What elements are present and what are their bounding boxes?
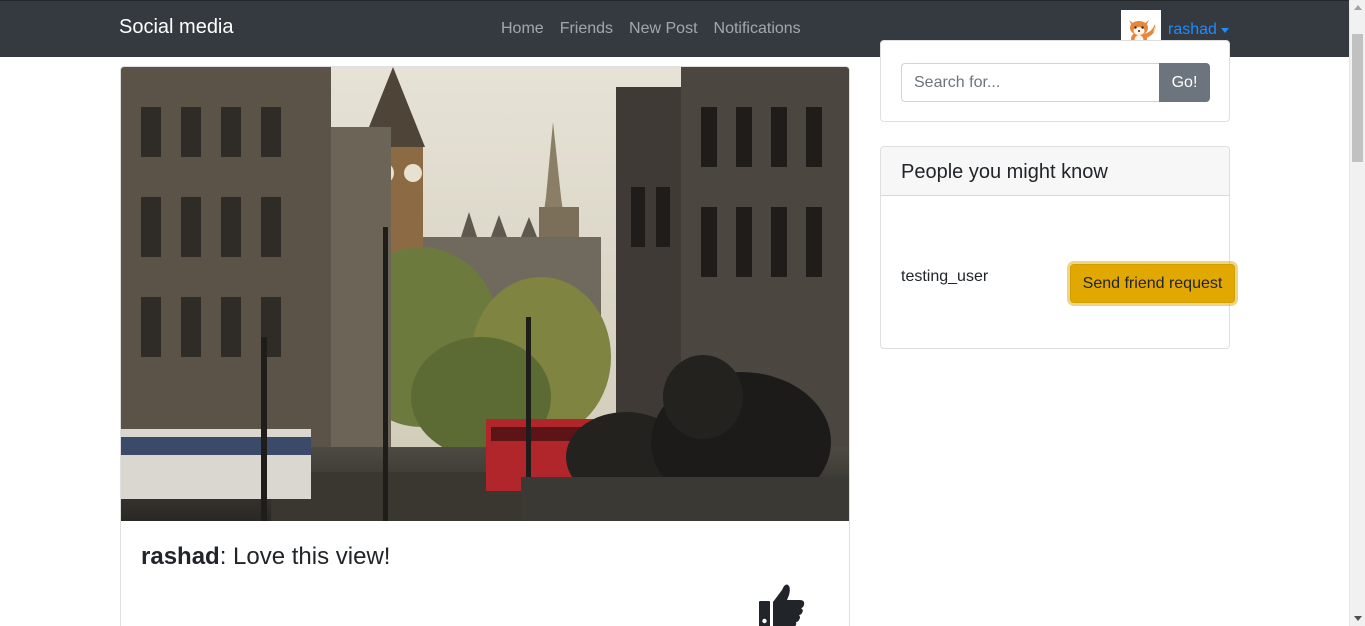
post-text: Love this view! bbox=[233, 543, 391, 570]
post-author[interactable]: rashad bbox=[141, 543, 220, 570]
suggested-username: testing_user bbox=[901, 268, 989, 285]
post-card: rashad: Love this view! bbox=[120, 66, 850, 626]
nav-link-new-post[interactable]: New Post bbox=[621, 20, 705, 38]
thumbs-up-icon[interactable] bbox=[758, 582, 806, 626]
send-friend-request-button[interactable]: Send friend request bbox=[1070, 264, 1235, 303]
search-card: Go! bbox=[880, 40, 1230, 122]
post-separator: : bbox=[219, 543, 234, 570]
nav-links: Home Friends New Post Notifications bbox=[493, 20, 809, 38]
post-image bbox=[121, 67, 849, 521]
people-card-title: People you might know bbox=[901, 161, 1108, 183]
nav-link-friends[interactable]: Friends bbox=[552, 20, 621, 38]
nav-link-notifications[interactable]: Notifications bbox=[706, 20, 809, 38]
scrollbar-thumb[interactable] bbox=[1352, 34, 1363, 162]
user-dropdown-toggle[interactable]: rashad bbox=[1168, 21, 1229, 39]
post-caption: rashad: Love this view! bbox=[141, 543, 390, 571]
page-scrollbar[interactable] bbox=[1349, 0, 1365, 626]
brand-link[interactable]: Social media bbox=[119, 16, 234, 39]
people-you-might-know-card: People you might know testing_user Send … bbox=[880, 146, 1235, 349]
scroll-up-icon[interactable] bbox=[1354, 5, 1362, 10]
people-card-header: People you might know bbox=[881, 147, 1229, 196]
caret-down-icon bbox=[1220, 27, 1229, 33]
nav-link-home[interactable]: Home bbox=[493, 20, 552, 38]
search-input[interactable] bbox=[901, 63, 1160, 102]
scroll-down-icon[interactable] bbox=[1354, 616, 1362, 621]
search-go-button[interactable]: Go! bbox=[1159, 63, 1210, 102]
user-name-label: rashad bbox=[1168, 21, 1217, 38]
